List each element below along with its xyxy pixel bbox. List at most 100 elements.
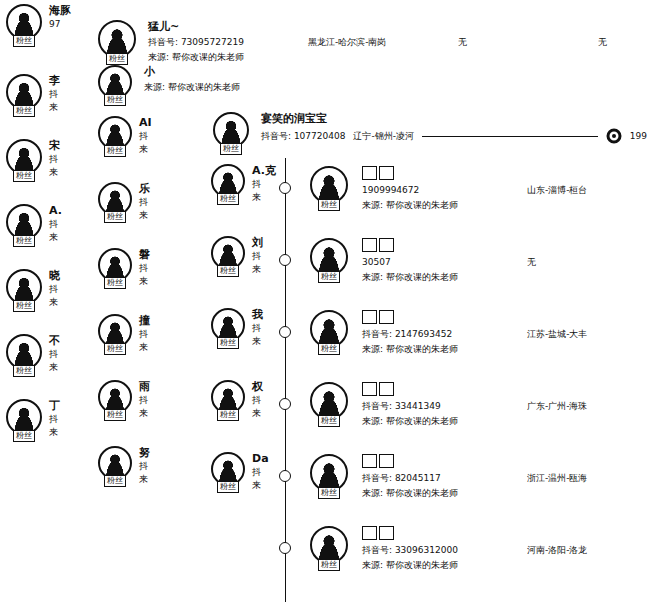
level-two-column: 粉丝AI抖来粉丝乐抖来粉丝磐抖来粉丝撞抖来粉丝雨抖来粉丝努抖来	[92, 106, 207, 602]
avatar: 粉丝	[4, 4, 44, 47]
location: 黑龙江-哈尔滨-南岗	[308, 36, 458, 49]
follower-row[interactable]: 粉丝刘抖来	[209, 236, 285, 308]
follower-row[interactable]: 粉丝撞抖来	[96, 314, 207, 380]
follower-line: 抖	[139, 394, 150, 407]
fan-badge: 粉丝	[104, 145, 126, 157]
follower-row[interactable]: 粉丝磐抖来	[96, 248, 207, 314]
fan-badge: 粉丝	[318, 559, 340, 571]
avatar: 粉丝	[308, 382, 350, 427]
fan-badge: 粉丝	[220, 143, 242, 155]
follower-row[interactable]: 粉丝晓抖来	[4, 269, 92, 334]
avatar: 粉丝	[209, 164, 247, 205]
follower-row[interactable]: 粉丝 抖音号: 33441349广东-广州-海珠来源: 帮你改课的朱老师	[286, 374, 653, 446]
follower-name: 猛儿~	[148, 20, 653, 34]
follower-row[interactable]: 粉丝努抖来	[96, 446, 207, 512]
follower-row[interactable]: 粉丝30507无来源: 帮你改课的朱老师	[286, 230, 653, 302]
follower-row[interactable]: 粉丝抖音号: 2147693452江苏-盐城-大丰来源: 帮你改课的朱老师	[286, 302, 653, 374]
avatar: 粉丝	[96, 314, 134, 355]
fan-badge: 粉丝	[13, 235, 35, 247]
avatar: 粉丝	[308, 238, 350, 283]
follower-row[interactable]: 粉丝 宴笑的润宝宝抖音号: 107720408辽宁-锦州-凌河199	[207, 106, 653, 158]
follower-info: 宴笑的润宝宝抖音号: 107720408辽宁-锦州-凌河199	[261, 112, 647, 144]
follower-line: 来	[49, 361, 60, 374]
follower-name: 撞	[139, 314, 150, 328]
follower-text: 雨抖来	[139, 380, 150, 420]
follower-line: 抖	[49, 413, 60, 426]
follower-row[interactable]: 粉丝 A.抖来	[4, 204, 92, 269]
douyin-id: 1909994672	[362, 184, 527, 197]
follower-row[interactable]: 粉丝 抖音号: 33096312000河南-洛阳-洛龙来源: 帮你改课的朱老师	[286, 518, 653, 590]
fan-badge: 粉丝	[104, 94, 126, 106]
follower-fields: 抖音号: 33441349广东-广州-海珠	[362, 400, 653, 413]
fan-badge: 粉丝	[13, 35, 35, 47]
follower-fields: 抖音号: 2147693452江苏-盐城-大丰	[362, 328, 653, 341]
tree-node	[279, 398, 291, 410]
follower-line: 抖	[49, 88, 60, 101]
douyin-id: 抖音号: 107720408	[261, 130, 345, 143]
extra-value: 199	[630, 130, 647, 143]
avatar: 粉丝	[4, 204, 44, 247]
avatar: 粉丝	[4, 269, 44, 312]
avatar: 粉丝	[308, 310, 350, 355]
follower-info: 抖音号: 33096312000河南-洛阳-洛龙来源: 帮你改课的朱老师	[362, 526, 653, 572]
follower-text: 宋抖来	[49, 139, 60, 179]
avatar: 粉丝	[308, 526, 350, 571]
avatar: 粉丝	[4, 139, 44, 182]
node-ring-icon	[606, 128, 622, 144]
follower-text: 乐抖来	[139, 182, 150, 222]
follower-line: 抖	[49, 153, 60, 166]
follower-line: 来	[49, 101, 60, 114]
follower-row[interactable]: 粉丝抖音号: 82045117浙江-温州-瓯海来源: 帮你改课的朱老师	[286, 446, 653, 518]
location: 山东-淄博-桓台	[527, 184, 653, 197]
follower-name: 海豚	[49, 4, 71, 18]
source: 来源: 帮你改课的朱老师	[362, 271, 653, 284]
follower-row[interactable]: 粉丝雨抖来	[96, 380, 207, 446]
follower-row[interactable]: 粉丝不抖来	[4, 334, 92, 399]
avatar: 粉丝	[96, 446, 134, 487]
follower-line: 抖	[49, 218, 62, 231]
follower-row[interactable]: 粉丝小来源: 帮你改课的朱老师	[92, 65, 653, 106]
fan-badge: 粉丝	[217, 193, 239, 205]
redaction-box	[362, 310, 377, 324]
redaction-box	[379, 526, 394, 540]
follower-line: 来	[49, 296, 60, 309]
avatar: 粉丝	[308, 454, 350, 499]
follower-line: 抖	[139, 328, 150, 341]
douyin-id: 抖音号: 73095727219	[148, 36, 308, 49]
follower-fields: 抖音号: 82045117浙江-温州-瓯海	[362, 472, 653, 485]
avatar: 粉丝	[209, 236, 247, 277]
follower-text: A.抖来	[49, 204, 62, 244]
follower-row[interactable]: 粉丝乐抖来	[96, 182, 207, 248]
avatar: 粉丝	[96, 116, 134, 157]
follower-line: 来	[139, 407, 150, 420]
avatar: 粉丝	[209, 380, 247, 421]
fan-badge: 粉丝	[13, 365, 35, 377]
follower-row[interactable]: 粉丝1909994672山东-淄博-桓台来源: 帮你改课的朱老师	[286, 158, 653, 230]
follower-row[interactable]: 粉丝丁抖来	[4, 399, 92, 464]
follower-line: 来	[49, 231, 62, 244]
follower-name: AI	[139, 116, 152, 130]
follower-row[interactable]: 粉丝权抖来	[209, 380, 285, 452]
fan-badge: 粉丝	[104, 475, 126, 487]
source: 来源: 帮你改课的朱老师	[362, 343, 653, 356]
redaction-box	[362, 166, 377, 180]
follower-name: 小	[144, 65, 653, 79]
follower-info: 抖音号: 33441349广东-广州-海珠来源: 帮你改课的朱老师	[362, 382, 653, 428]
follower-text: 李抖来	[49, 74, 60, 114]
field-value: 无	[598, 36, 653, 49]
follower-row[interactable]: 粉丝A.克抖来	[209, 164, 285, 236]
follower-row[interactable]: 粉丝AI抖来	[96, 116, 207, 182]
tree-node	[279, 326, 291, 338]
follower-row[interactable]: 粉丝海豚97	[4, 4, 92, 74]
follower-fields: 抖音号: 33096312000河南-洛阳-洛龙	[362, 544, 653, 557]
follower-row[interactable]: 粉丝我抖来	[209, 308, 285, 380]
follower-row[interactable]: 粉丝李抖来	[4, 74, 92, 139]
follower-row[interactable]: 粉丝宋抖来	[4, 139, 92, 204]
follower-row[interactable]: 粉丝猛儿~抖音号: 73095727219黑龙江-哈尔滨-南岗无无来源: 帮你改…	[92, 0, 653, 65]
follower-tree: 粉丝海豚97粉丝李抖来粉丝宋抖来粉丝A.抖来粉丝晓抖来粉丝不抖来粉丝丁抖来粉丝猛…	[0, 0, 653, 602]
follower-row[interactable]: 粉丝Da抖来	[209, 452, 285, 524]
fan-badge: 粉丝	[217, 265, 239, 277]
avatar: 粉丝	[211, 112, 251, 155]
fan-badge: 粉丝	[318, 415, 340, 427]
fan-badge: 粉丝	[217, 481, 239, 493]
